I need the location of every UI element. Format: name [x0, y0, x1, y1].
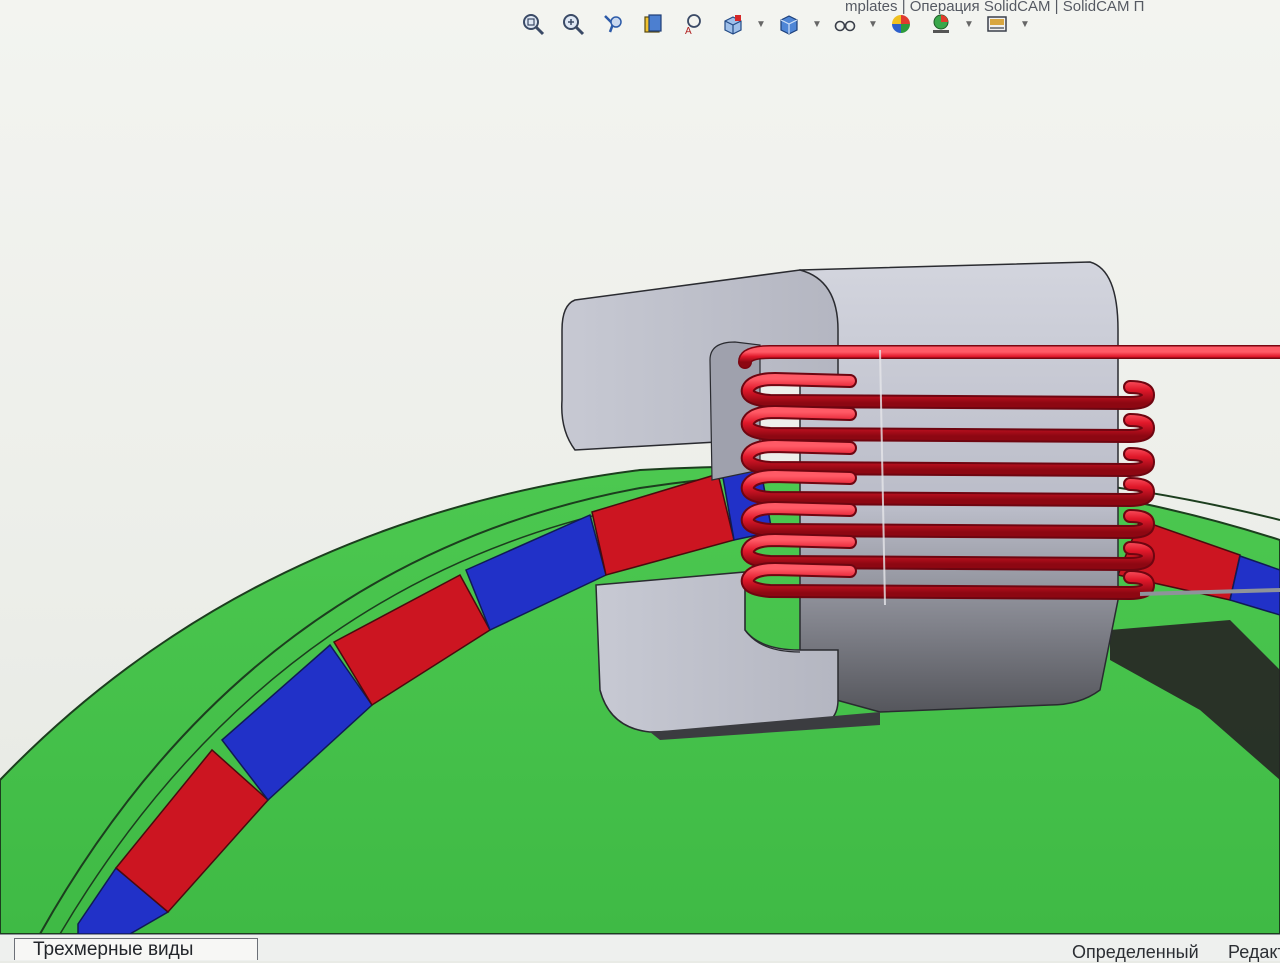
3d-model-view[interactable] — [0, 0, 1280, 934]
graphics-viewport[interactable]: mplates | Операция SolidCAM | SolidCAM П — [0, 0, 1280, 962]
tab-3d-views[interactable]: Трехмерные виды — [14, 938, 258, 960]
